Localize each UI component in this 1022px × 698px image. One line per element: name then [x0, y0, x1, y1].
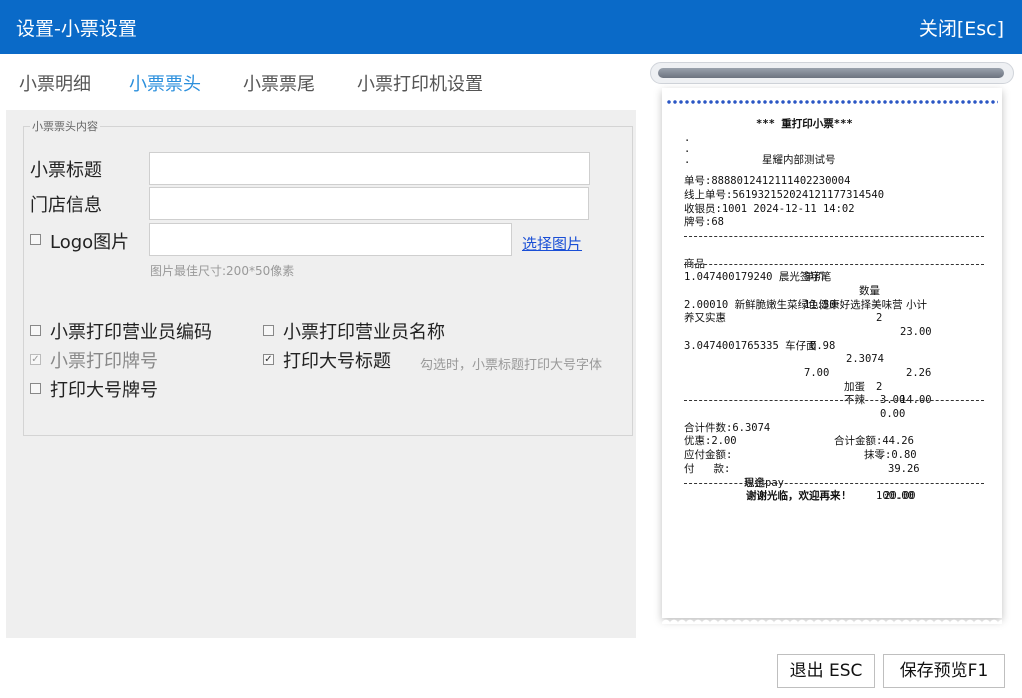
- receipt-content: *** 重打印小票*** . . . 星耀内部测试号 单号:88880124121…: [684, 118, 984, 504]
- large-title-hint: 勾选时，小票标题打印大号字体: [420, 358, 603, 373]
- printer-roller-bar: [658, 68, 1004, 78]
- receipt-item-name-cont: 养又实惠: [684, 312, 726, 325]
- store-info-input[interactable]: [149, 187, 589, 220]
- settings-panel: 小票票头内容 小票标题 门店信息 Logo图片 选择图片 图片最佳尺寸:200*…: [6, 110, 636, 638]
- receipt-dot: .: [684, 153, 691, 166]
- tab-ticket-footer[interactable]: 小票票尾: [243, 70, 315, 96]
- ticket-title-input[interactable]: [149, 152, 590, 185]
- perforation-dots: [666, 100, 998, 104]
- print-large-title-label: 打印大号标题: [283, 351, 391, 372]
- ticket-title-label: 小票标题: [30, 160, 102, 181]
- receipt-divider: [684, 394, 984, 408]
- receipt-divider: [684, 477, 984, 491]
- print-large-plate-checkbox[interactable]: [30, 383, 41, 394]
- title-bar: 设置-小票设置 关闭[Esc]: [0, 0, 1022, 54]
- receipt-order-no: 单号:8888012412111402230004: [684, 175, 851, 188]
- receipt-divider: [684, 258, 984, 272]
- close-button[interactable]: 关闭[Esc]: [919, 14, 1004, 41]
- print-large-title-checkbox[interactable]: ✓: [263, 354, 274, 365]
- print-large-plate-label: 打印大号牌号: [50, 380, 158, 401]
- logo-label: Logo图片: [50, 232, 130, 253]
- group-legend: 小票票头内容: [32, 120, 98, 133]
- receipt-online-order-no: 线上单号:5619321520241211773145​40: [684, 189, 885, 202]
- tab-ticket-header[interactable]: 小票票头: [129, 70, 201, 96]
- receipt-heading: *** 重打印小票***: [756, 118, 853, 130]
- print-clerk-name-checkbox[interactable]: [263, 325, 274, 336]
- tab-ticket-detail[interactable]: 小票明细: [19, 70, 91, 96]
- paper-torn-edge: [662, 616, 1002, 624]
- receipt-divider: [684, 230, 984, 244]
- select-image-link[interactable]: 选择图片: [522, 233, 582, 254]
- tab-printer-settings[interactable]: 小票打印机设置: [357, 70, 483, 96]
- logo-path-input[interactable]: [149, 223, 512, 256]
- receipt-footer: 谢谢光临，欢迎再来!: [746, 490, 847, 503]
- exit-button[interactable]: 退出 ESC: [777, 654, 875, 688]
- print-plate-no-checkbox: ✓: [30, 354, 41, 365]
- print-clerk-code-label: 小票打印营业员编码: [50, 322, 212, 343]
- save-preview-button[interactable]: 保存预览F1: [883, 654, 1005, 688]
- receipt-item-name: 2.00010 新鲜脆嫩生菜绿色健康好选择美味营: [684, 298, 903, 311]
- image-size-hint: 图片最佳尺寸:200*50像素: [150, 264, 295, 278]
- receipt-store-name: 星耀内部测试号: [762, 153, 836, 166]
- print-clerk-name-label: 小票打印营业员名称: [283, 322, 445, 343]
- print-clerk-code-checkbox[interactable]: [30, 325, 41, 336]
- store-info-label: 门店信息: [30, 195, 102, 216]
- receipt-item-name: 3.0474001765335 车仔面: [684, 339, 817, 352]
- logo-checkbox[interactable]: [30, 234, 41, 245]
- receipt-cashier: 收银员:1001 2024-12-11 14:02: [684, 202, 855, 215]
- receipt-plate-no: 牌号:68: [684, 216, 724, 229]
- print-plate-no-label: 小票打印牌号: [50, 351, 158, 372]
- receipt-item-name: 1.047400179240 晨光签字笔: [684, 271, 832, 284]
- window-title: 设置-小票设置: [16, 18, 137, 40]
- receipt-preview: *** 重打印小票*** . . . 星耀内部测试号 单号:88880124121…: [662, 88, 1002, 624]
